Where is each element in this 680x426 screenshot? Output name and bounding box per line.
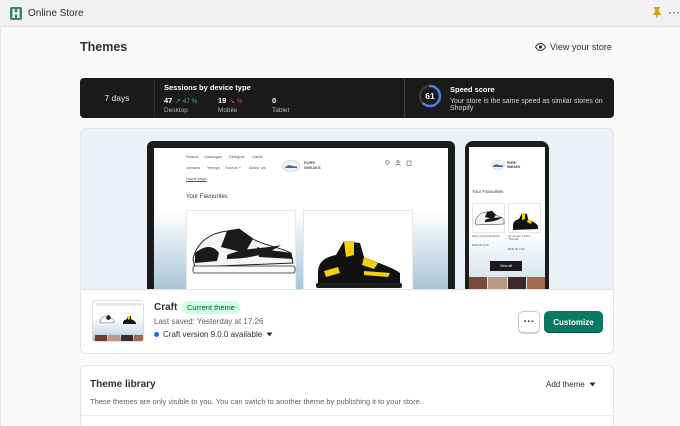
view-store-link[interactable]: View your store — [535, 42, 612, 52]
store-brand: PURE SNEAKS — [304, 160, 321, 170]
device-count: 19 — [218, 96, 227, 105]
device-count: 47 — [164, 96, 173, 105]
mobile-favourites-heading: Your Favourites — [472, 189, 504, 194]
mobile-product-thunder-name: Air Jordan 4 Retro 'Thunder' — [508, 234, 531, 242]
mobile-logo-icon — [491, 160, 505, 170]
theme-thumbnail-image — [95, 303, 143, 341]
nav-link: About Us — [249, 165, 266, 170]
device-stat-tablet: 0 Tablet — [272, 96, 289, 114]
nav-link: Source + — [225, 165, 242, 170]
date-range-button[interactable]: 7 days — [80, 78, 155, 118]
mobile-product-thunder — [508, 203, 541, 233]
header-icons — [385, 160, 412, 166]
update-dot-icon — [154, 332, 159, 337]
speed-score-description: Your store is the same speed as similar … — [450, 98, 603, 112]
favourites-heading: Your Favourites — [186, 194, 228, 200]
nav-link: Yeezys — [207, 165, 220, 170]
theme-library-card: Theme library These themes are only visi… — [80, 365, 615, 426]
device-change: ↗ 47 % — [175, 98, 198, 105]
theme-actions-button[interactable]: ··· — [518, 311, 540, 333]
current-theme-info: Craft Current theme Last saved: Yesterda… — [81, 289, 613, 353]
version-label: Craft version 9.0.0 available — [163, 330, 263, 339]
product-card-thunder — [303, 210, 413, 289]
mobile-panda-image — [474, 210, 505, 226]
panda-dunk-image — [192, 228, 296, 274]
device-stat-mobile: 19 ↘ % Mobile — [218, 96, 242, 114]
mobile-gallery-strip — [469, 277, 545, 289]
page-title: Themes — [80, 40, 128, 54]
device-label: Mobile — [218, 107, 238, 114]
mobile-product-thunder-price: $340.00 AUD — [508, 247, 525, 251]
mobile-brand: PURE SNEAKS — [507, 161, 521, 169]
mobile-product-panda-price: $195.00 AUD — [472, 243, 489, 247]
stats-divider — [404, 78, 405, 118]
top-bar: Online Store ··· — [0, 0, 680, 27]
breadcrumb: Home page — [186, 176, 207, 181]
nav-link: Search — [186, 154, 199, 159]
online-store-icon — [10, 7, 22, 20]
nav-link: Jordans — [186, 165, 201, 170]
store-logo-icon — [282, 160, 300, 172]
app-title: Online Store — [28, 8, 84, 19]
current-theme-card: Search Catalogue Designer Cards Jordans … — [80, 128, 614, 354]
speed-score-value: 61 — [425, 91, 435, 101]
add-theme-button[interactable]: Add theme — [546, 380, 596, 389]
library-divider — [81, 415, 615, 416]
last-saved-text: Last saved: Yesterday at 17:26 — [154, 317, 264, 326]
jordan-thunder-image — [316, 241, 402, 288]
sessions-title: Sessions by device type — [164, 83, 251, 92]
product-card-panda — [186, 210, 296, 289]
more-actions-icon[interactable]: ··· — [668, 5, 680, 19]
device-change: ↘ % — [229, 98, 243, 105]
device-label: Tablet — [272, 107, 290, 114]
device-count: 0 — [272, 96, 277, 105]
current-theme-badge: Current theme — [182, 301, 240, 314]
eye-icon — [535, 43, 546, 51]
version-available-dropdown[interactable]: Craft version 9.0.0 available — [154, 330, 273, 339]
theme-thumbnail[interactable] — [92, 300, 144, 342]
caret-down-icon — [589, 382, 596, 387]
mobile-view-all-button: View all — [490, 261, 522, 271]
mobile-product-panda — [472, 203, 505, 233]
nav-link: Cards — [252, 154, 263, 159]
desktop-preview: Search Catalogue Designer Cards Jordans … — [147, 141, 455, 289]
customize-button[interactable]: Customize — [544, 311, 603, 333]
stats-bar: 7 days Sessions by device type 47 ↗ 47 % … — [80, 78, 614, 118]
theme-library-description: These themes are only visible to you. Yo… — [90, 397, 422, 406]
mobile-product-panda-name: Nike Low Panda Dunk — [472, 234, 500, 238]
device-label: Desktop — [164, 107, 188, 114]
caret-down-icon — [266, 332, 273, 337]
nav-link: Designer — [229, 154, 246, 159]
add-theme-label: Add theme — [546, 380, 585, 389]
theme-library-title: Theme library — [90, 379, 156, 390]
theme-preview[interactable]: Search Catalogue Designer Cards Jordans … — [81, 129, 613, 289]
theme-name: Craft — [154, 302, 178, 313]
speed-score-gauge[interactable]: 61 — [418, 84, 442, 108]
device-stat-desktop: 47 ↗ 47 % Desktop — [164, 96, 197, 114]
mobile-preview: PURE SNEAKS Your Favourites Nike Low Pan… — [465, 141, 549, 289]
view-store-label: View your store — [550, 42, 612, 52]
pin-icon[interactable] — [652, 7, 662, 19]
speed-score-title: Speed score — [450, 85, 495, 94]
nav-link: Catalogue — [204, 154, 223, 159]
mobile-thunder-image — [513, 213, 538, 230]
